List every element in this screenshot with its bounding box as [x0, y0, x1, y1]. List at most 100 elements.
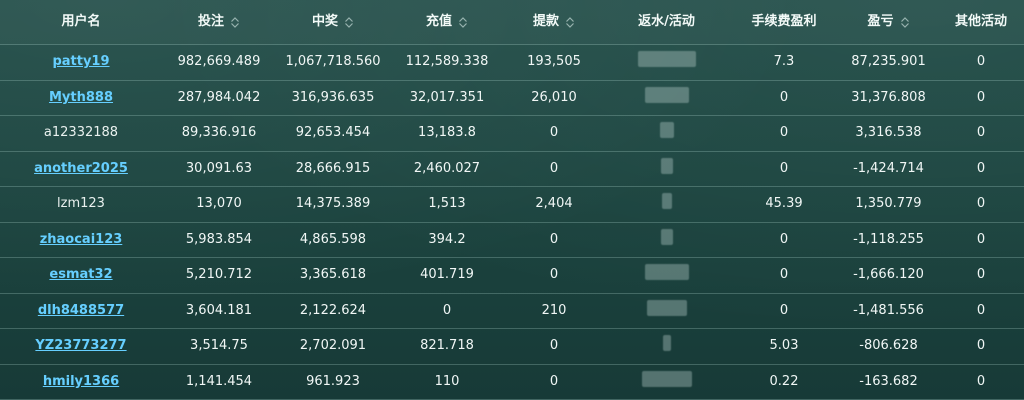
sort-icon[interactable] — [458, 15, 468, 29]
value-fee-profit: 45.39 — [765, 196, 803, 212]
value-profit-loss: 1,350.779 — [855, 196, 922, 212]
redacted-value — [646, 299, 687, 316]
cell-profit-loss: -1,424.714 — [839, 160, 938, 178]
username-link[interactable]: zhaocai123 — [40, 232, 123, 247]
value-withdraw: 210 — [541, 302, 567, 318]
cell-bet: 5,210.712 — [162, 266, 276, 284]
cell-profit-loss: -806.628 — [839, 337, 938, 355]
cell-bet: 982,669.489 — [162, 53, 276, 71]
username-link[interactable]: Myth888 — [49, 90, 113, 105]
redacted-value — [659, 122, 674, 139]
cell-deposit: 13,183.8 — [390, 124, 504, 142]
table-row: lzm123 13,070 14,375.389 1,513 2,404 45.39 1,3… — [0, 187, 1024, 223]
value-win: 2,702.091 — [299, 338, 367, 354]
value-deposit: 32,017.351 — [409, 89, 485, 105]
cell-username: another2025 — [0, 160, 162, 178]
header-label: 返水/活动 — [638, 14, 695, 29]
sort-icon[interactable] — [344, 15, 354, 29]
username-text: lzm123 — [57, 196, 105, 212]
value-fee-profit: 5.03 — [769, 338, 799, 354]
cell-win: 2,122.624 — [276, 302, 390, 320]
value-other: 0 — [976, 54, 986, 70]
header-label: 用户名 — [61, 14, 101, 29]
header-deposit[interactable]: 充值 — [390, 13, 504, 31]
cell-win: 4,865.598 — [276, 231, 390, 249]
cell-withdraw: 26,010 — [504, 89, 604, 107]
value-withdraw: 26,010 — [531, 89, 577, 105]
cell-win: 92,653.454 — [276, 124, 390, 142]
header-withdraw[interactable]: 提款 — [504, 13, 604, 31]
cell-rebate — [604, 51, 729, 73]
cell-rebate — [604, 86, 729, 109]
cell-withdraw: 210 — [504, 302, 604, 320]
username-link[interactable]: hmily1366 — [43, 374, 119, 389]
header-profit-loss[interactable]: 盈亏 — [839, 13, 938, 31]
username-link[interactable]: YZ23773277 — [35, 338, 126, 353]
table-body: patty19 982,669.489 1,067,718.560 112,589.3… — [0, 45, 1024, 400]
redacted-value — [662, 335, 671, 352]
value-withdraw: 0 — [549, 338, 559, 354]
value-bet: 3,604.181 — [185, 302, 253, 318]
value-profit-loss: -1,118.255 — [853, 231, 924, 247]
value-withdraw: 193,505 — [527, 54, 581, 70]
cell-bet: 3,604.181 — [162, 302, 276, 320]
cell-profit-loss: 3,316.538 — [839, 124, 938, 142]
value-fee-profit: 0 — [779, 267, 789, 283]
cell-deposit: 0 — [390, 302, 504, 320]
header-win[interactable]: 中奖 — [276, 13, 390, 31]
value-bet: 30,091.63 — [185, 160, 253, 176]
value-fee-profit: 0.22 — [769, 373, 799, 389]
value-withdraw: 0 — [549, 160, 559, 176]
value-bet: 287,984.042 — [177, 89, 261, 105]
cell-profit-loss: 87,235.901 — [839, 53, 938, 71]
cell-other: 0 — [938, 231, 1024, 249]
cell-win: 3,365.618 — [276, 266, 390, 284]
value-other: 0 — [976, 125, 986, 141]
sort-icon[interactable] — [230, 15, 240, 29]
username-link[interactable]: another2025 — [34, 161, 128, 176]
cell-rebate — [604, 370, 729, 393]
cell-rebate — [604, 228, 729, 251]
username-link[interactable]: dlh8488577 — [38, 303, 124, 318]
header-bet[interactable]: 投注 — [162, 13, 276, 31]
cell-profit-loss: -1,481.556 — [839, 302, 938, 320]
value-bet: 89,336.916 — [181, 125, 257, 141]
redacted-value — [660, 157, 673, 174]
value-fee-profit: 0 — [779, 302, 789, 318]
table-header-row: 用户名 投注 中奖 充值 提款 返水/活动 手续费盈利 盈亏 其他活动 — [0, 0, 1024, 45]
cell-bet: 89,336.916 — [162, 124, 276, 142]
redacted-value — [660, 228, 673, 245]
cell-deposit: 110 — [390, 373, 504, 391]
cell-fee-profit: 0 — [729, 89, 839, 107]
value-deposit: 394.2 — [428, 231, 466, 247]
cell-profit-loss: -1,666.120 — [839, 266, 938, 284]
value-deposit: 0 — [442, 302, 452, 318]
value-fee-profit: 0 — [779, 89, 789, 105]
header-label: 投注 — [197, 14, 224, 29]
cell-win: 2,702.091 — [276, 337, 390, 355]
value-profit-loss: 87,235.901 — [851, 54, 926, 70]
cell-other: 0 — [938, 302, 1024, 320]
value-profit-loss: -163.682 — [859, 373, 918, 389]
username-link[interactable]: esmat32 — [49, 267, 112, 282]
value-win: 316,936.635 — [291, 89, 375, 105]
header-label: 盈亏 — [867, 14, 894, 29]
username-link[interactable]: patty19 — [52, 54, 109, 69]
value-deposit: 13,183.8 — [418, 125, 476, 141]
value-bet: 1,141.454 — [185, 373, 253, 389]
table-row: dlh8488577 3,604.181 2,122.624 0 210 0 -1,481.… — [0, 294, 1024, 329]
cell-other: 0 — [938, 89, 1024, 107]
cell-username: hmily1366 — [0, 373, 162, 391]
value-deposit: 112,589.338 — [405, 54, 489, 70]
sort-icon[interactable] — [900, 15, 910, 29]
value-other: 0 — [976, 373, 986, 389]
sort-icon[interactable] — [565, 15, 575, 29]
cell-withdraw: 0 — [504, 231, 604, 249]
cell-fee-profit: 0 — [729, 302, 839, 320]
cell-withdraw: 0 — [504, 266, 604, 284]
cell-rebate — [604, 299, 729, 322]
cell-withdraw: 2,404 — [504, 195, 604, 213]
value-withdraw: 0 — [549, 125, 559, 141]
cell-deposit: 2,460.027 — [390, 160, 504, 178]
cell-other: 0 — [938, 53, 1024, 71]
